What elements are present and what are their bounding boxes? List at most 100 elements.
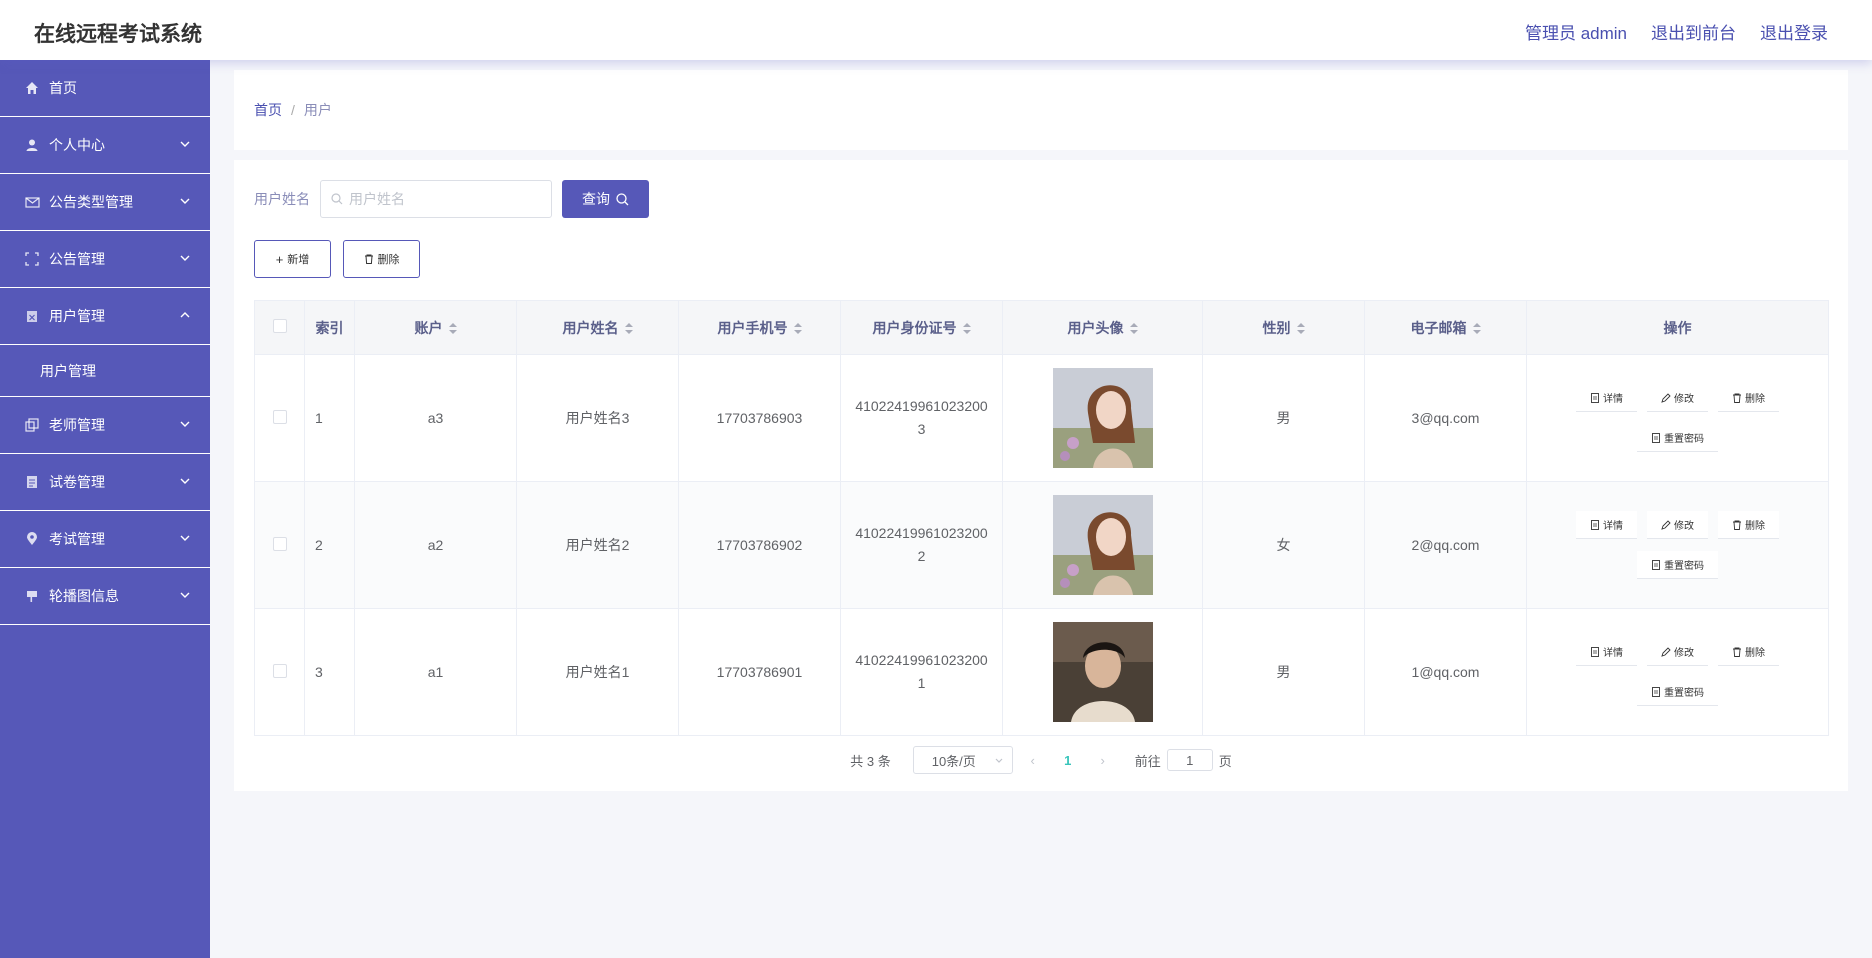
document-icon	[1652, 432, 1660, 443]
page-size-select[interactable]: 10条/页	[912, 746, 1013, 774]
page-suffix: 页	[1218, 753, 1232, 769]
search-icon	[331, 193, 343, 205]
home-icon	[24, 80, 40, 96]
sidebar-item-label: 用户管理	[49, 308, 105, 324]
select-cell	[254, 481, 305, 609]
delete-row-button[interactable]: 删除	[1718, 511, 1779, 539]
reset-password-button[interactable]: 重置密码	[1637, 424, 1718, 452]
edit-button[interactable]: 修改	[1647, 384, 1708, 412]
sidebar-item-user-management[interactable]: 用户管理	[0, 288, 210, 345]
sort-icon[interactable]	[448, 322, 457, 335]
logout-link[interactable]: 退出登录	[1760, 19, 1828, 44]
sidebar-item-carousel[interactable]: 轮播图信息	[0, 568, 210, 625]
sidebar-item-label: 轮播图信息	[49, 588, 119, 604]
chevron-down-icon	[180, 478, 190, 484]
ops-cell: 详情 修改 删除 重置密码	[1526, 354, 1829, 482]
avatar-cell	[1002, 354, 1203, 482]
sidebar-item-notice[interactable]: 公告管理	[0, 231, 210, 288]
column-header-sortable[interactable]: 用户姓名	[516, 300, 679, 355]
column-header-sortable[interactable]: 用户手机号	[678, 300, 841, 355]
table-row: 3 a1 用户姓名1 17703786901 41022419961023200 1 男 1@…	[254, 608, 1829, 736]
chevron-down-icon	[180, 198, 190, 204]
page-number[interactable]: 1	[1053, 753, 1083, 768]
goto-page-input[interactable]	[1166, 749, 1213, 771]
sort-icon[interactable]	[1129, 322, 1138, 335]
detail-button[interactable]: 详情	[1576, 638, 1637, 666]
search-input[interactable]	[349, 191, 539, 207]
search-icon	[616, 192, 629, 205]
delete-button[interactable]: 删除	[343, 240, 420, 278]
delete-row-button[interactable]: 删除	[1718, 384, 1779, 412]
sidebar-item-paper[interactable]: 试卷管理	[0, 454, 210, 511]
top-bar: 在线远程考试系统 管理员 admin 退出到前台 退出登录	[0, 0, 1872, 60]
user-table: 索引 账户 用户姓名 用户手机号 用户身份证号 用户头像 性别 电子邮箱 操作 …	[254, 300, 1829, 736]
phone-cell: 17703786901	[678, 608, 841, 736]
sort-icon[interactable]	[1296, 322, 1305, 335]
sidebar-item-label: 首页	[49, 80, 77, 96]
column-header: 操作	[1526, 300, 1829, 355]
exit-to-front-link[interactable]: 退出到前台	[1651, 19, 1736, 44]
sidebar-item-personal-center[interactable]: 个人中心	[0, 117, 210, 174]
phone-cell: 17703786903	[678, 354, 841, 482]
add-button[interactable]: + 新增	[254, 240, 331, 278]
detail-button[interactable]: 详情	[1576, 384, 1637, 412]
edit-button[interactable]: 修改	[1647, 638, 1708, 666]
app-title: 在线远程考试系统	[34, 23, 202, 46]
sidebar-subitem-user-management[interactable]: 用户管理	[0, 345, 210, 397]
phone-cell: 17703786902	[678, 481, 841, 609]
sort-icon[interactable]	[624, 322, 633, 335]
edit-icon	[1661, 519, 1671, 530]
column-header-sortable[interactable]: 性别	[1202, 300, 1365, 355]
pagination: 共 3 条 10条/页 ‹ 1 › 前往 页	[254, 746, 1828, 774]
edit-icon	[1661, 646, 1671, 657]
trash-icon	[1733, 393, 1741, 403]
column-header-sortable[interactable]: 用户身份证号	[840, 300, 1003, 355]
column-header-sortable[interactable]: 电子邮箱	[1364, 300, 1527, 355]
column-header-sortable[interactable]: 用户头像	[1002, 300, 1203, 355]
chevron-down-icon	[180, 421, 190, 427]
total-count: 共 3 条	[850, 753, 891, 769]
table-row: 1 a3 用户姓名3 17703786903 41022419961023200 3 男 3@…	[254, 354, 1829, 482]
row-checkbox[interactable]	[272, 663, 287, 678]
reset-password-button[interactable]: 重置密码	[1637, 551, 1718, 579]
row-checkbox[interactable]	[272, 536, 287, 551]
row-checkbox[interactable]	[272, 409, 287, 424]
select-all-checkbox[interactable]	[272, 319, 287, 333]
sidebar-item-home[interactable]: 首页	[0, 60, 210, 117]
index-cell: 3	[304, 608, 355, 736]
breadcrumb: 首页 / 用户	[234, 70, 1848, 150]
sidebar-item-label: 老师管理	[49, 417, 105, 433]
prev-page-button[interactable]: ‹	[1023, 753, 1043, 768]
sidebar-item-teacher[interactable]: 老师管理	[0, 397, 210, 454]
account-cell: a1	[354, 608, 517, 736]
breadcrumb-current: 用户	[303, 102, 332, 118]
document-icon	[1591, 519, 1599, 530]
index-cell: 2	[304, 481, 355, 609]
gender-cell: 男	[1202, 354, 1365, 482]
breadcrumb-home[interactable]: 首页	[254, 100, 282, 120]
user-icon	[24, 137, 40, 153]
sidebar-item-notice-type[interactable]: 公告类型管理	[0, 174, 210, 231]
sidebar-item-label: 考试管理	[49, 531, 105, 547]
email-cell: 2@qq.com	[1364, 481, 1527, 609]
sort-icon[interactable]	[962, 322, 971, 335]
detail-button[interactable]: 详情	[1576, 511, 1637, 539]
edit-button[interactable]: 修改	[1647, 511, 1708, 539]
clipboard-icon	[24, 308, 40, 324]
avatar-cell	[1002, 608, 1203, 736]
query-button[interactable]: 查询	[562, 180, 649, 218]
id-card-cell: 41022419961023200 2	[840, 481, 1003, 609]
sidebar-item-exam[interactable]: 考试管理	[0, 511, 210, 568]
sort-icon[interactable]	[1472, 322, 1481, 335]
delete-row-button[interactable]: 删除	[1718, 638, 1779, 666]
reset-password-button[interactable]: 重置密码	[1637, 678, 1718, 706]
search-row: 用户姓名 查询	[254, 180, 1828, 218]
next-page-button[interactable]: ›	[1093, 753, 1113, 768]
index-cell: 1	[304, 354, 355, 482]
sort-icon[interactable]	[793, 322, 802, 335]
copy-icon	[24, 417, 40, 433]
admin-link[interactable]: 管理员 admin	[1525, 19, 1627, 44]
sidebar-item-label: 公告管理	[49, 251, 105, 267]
column-header-sortable[interactable]: 账户	[354, 300, 517, 355]
action-row: + 新增 删除	[254, 240, 1828, 278]
